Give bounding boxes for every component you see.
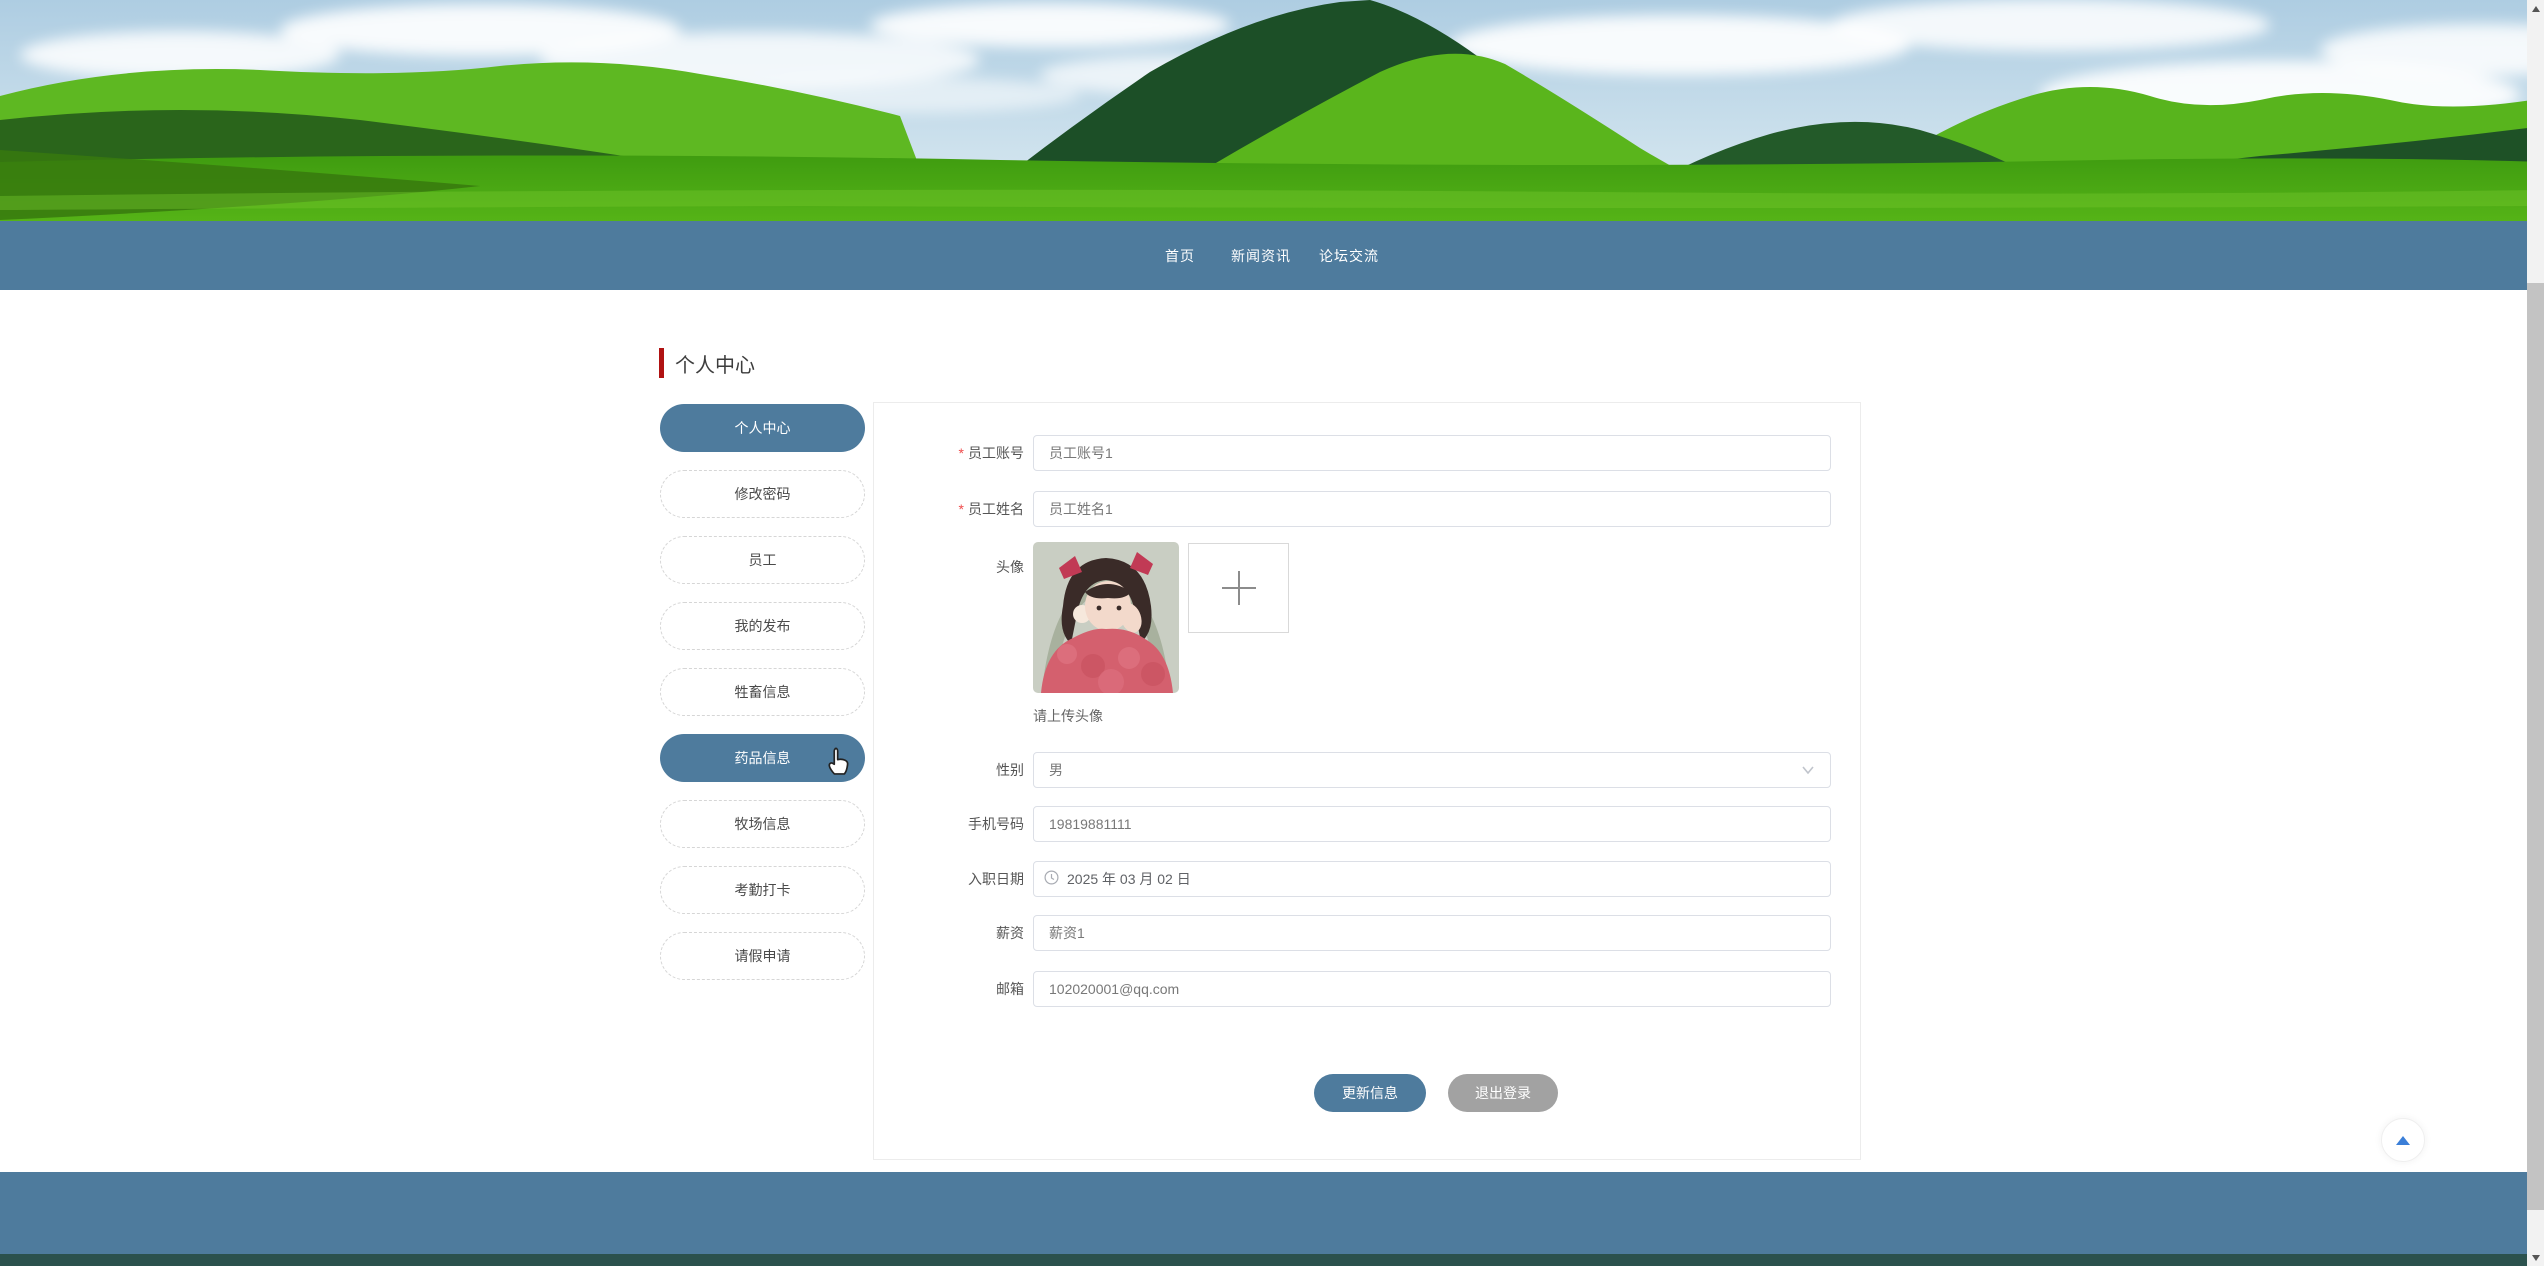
scrollbar-up-arrow[interactable] (2527, 0, 2544, 17)
vertical-scrollbar[interactable] (2527, 0, 2544, 1266)
sidebar-item-attendance[interactable]: 考勤打卡 (660, 866, 865, 914)
plus-icon (1222, 571, 1256, 605)
account-input[interactable] (1033, 435, 1831, 471)
sidebar-item-pasture-info[interactable]: 牧场信息 (660, 800, 865, 848)
email-input[interactable] (1033, 971, 1831, 1007)
scrollbar-thumb[interactable] (2527, 283, 2544, 1210)
nav-link-forum[interactable]: 论坛交流 (1319, 246, 1379, 266)
update-info-button[interactable]: 更新信息 (1314, 1074, 1426, 1112)
name-input[interactable] (1033, 491, 1831, 527)
nav-link-news[interactable]: 新闻资讯 (1231, 246, 1291, 266)
hire-date-input[interactable]: 2025 年 03 月 02 日 (1033, 861, 1831, 897)
sidebar-item-employee[interactable]: 员工 (660, 536, 865, 584)
account-label: *员工账号 (874, 435, 1024, 471)
arrow-down-icon (2532, 1255, 2540, 1261)
sidebar-item-medicine-info[interactable]: 药品信息 (660, 734, 865, 782)
email-label: 邮箱 (874, 971, 1024, 1007)
sidebar-item-leave-request[interactable]: 请假申请 (660, 932, 865, 980)
page-title-row: 个人中心 (659, 347, 755, 379)
main-nav: 首页 新闻资讯 论坛交流 (0, 221, 2544, 290)
arrow-up-icon (2396, 1136, 2410, 1145)
personal-center-page: 首页 新闻资讯 论坛交流 个人中心 个人中心 修改密码 员工 我的发布 牲畜信息… (0, 0, 2544, 1266)
profile-form-card: *员工账号 *员工姓名 头像 (873, 402, 1861, 1160)
grassland-hills-illustration (0, 0, 2544, 221)
logout-button[interactable]: 退出登录 (1448, 1074, 1558, 1112)
avatar-image (1033, 542, 1179, 693)
phone-input[interactable] (1033, 806, 1831, 842)
salary-label: 薪资 (874, 915, 1024, 951)
scrollbar-down-arrow[interactable] (2527, 1249, 2544, 1266)
footer (0, 1172, 2544, 1254)
nav-link-home[interactable]: 首页 (1165, 246, 1195, 266)
avatar-label: 头像 (874, 549, 1024, 585)
gender-value: 男 (1049, 760, 1063, 780)
sidebar-item-my-posts[interactable]: 我的发布 (660, 602, 865, 650)
avatar-upload-button[interactable] (1188, 543, 1289, 633)
hire-date-label: 入职日期 (874, 861, 1024, 897)
required-asterisk: * (959, 445, 964, 461)
avatar-girl-illustration (1033, 542, 1179, 693)
arrow-up-icon (2532, 6, 2540, 12)
phone-label: 手机号码 (874, 806, 1024, 842)
footer-bottom-strip (0, 1254, 2544, 1266)
page-title: 个人中心 (675, 349, 755, 378)
avatar-upload-hint: 请上传头像 (1033, 706, 1103, 726)
clock-icon (1044, 870, 1059, 888)
chevron-down-icon (1801, 762, 1815, 778)
hire-date-value: 2025 年 03 月 02 日 (1067, 869, 1191, 889)
sidebar-item-personal-center[interactable]: 个人中心 (660, 404, 865, 452)
hero-banner-image (0, 0, 2544, 221)
sidebar-item-livestock-info[interactable]: 牲畜信息 (660, 668, 865, 716)
sidebar-menu: 个人中心 修改密码 员工 我的发布 牲畜信息 药品信息 牧场信息 考勤打卡 请假… (660, 404, 865, 998)
sidebar-item-change-password[interactable]: 修改密码 (660, 470, 865, 518)
title-accent-bar (659, 348, 664, 378)
gender-select[interactable]: 男 (1033, 752, 1831, 788)
name-label: *员工姓名 (874, 491, 1024, 527)
salary-input[interactable] (1033, 915, 1831, 951)
scroll-to-top-button[interactable] (2381, 1118, 2425, 1162)
gender-label: 性别 (874, 752, 1024, 788)
required-asterisk: * (959, 501, 964, 517)
